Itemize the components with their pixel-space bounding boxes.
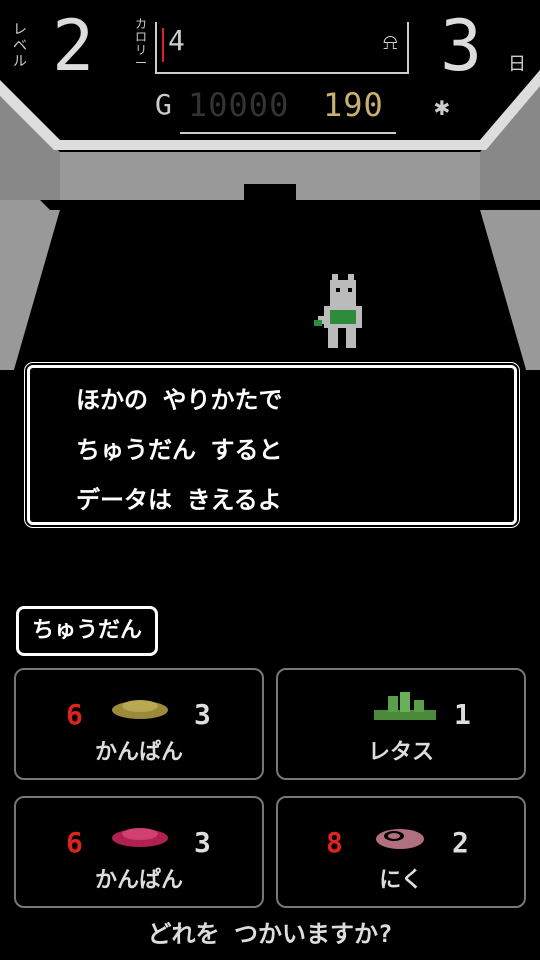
item-name: にく [379,868,423,893]
item-left-qty: 6 [66,698,83,731]
item-name: かんぱん [94,740,183,765]
level-value: 2 [52,5,95,87]
item-card-cracker-yellow[interactable]: 6 3 かんぱん [14,668,264,780]
calorie-value: 4 [168,24,185,57]
dialog-line: データは きえるよ [76,486,282,514]
item-card-meat[interactable]: 8 2 にく [276,796,526,908]
gold-label: G [155,88,172,121]
dialog-line: ちゅうだん すると [76,436,283,464]
level-label: レベル [13,22,27,70]
item-right-qty: 3 [194,698,211,731]
calorie-label: カロリー [134,17,147,70]
lettuce-icon [374,692,436,720]
gold-zeros: 10000 [188,86,290,124]
item-right-qty: 1 [454,698,471,731]
sun-icon: ✱ [434,92,450,122]
meat-icon [376,829,424,849]
item-name: レタス [367,740,434,765]
item-card-lettuce[interactable]: 1 レタス [276,668,526,780]
abort-button[interactable]: ちゅうだん [16,606,158,656]
dialog-line: ほかの やりかたで [76,386,283,414]
calorie-marker [162,28,164,62]
item-right-qty: 2 [452,826,469,859]
gold-value: 190 [323,86,384,124]
doorway [244,184,296,214]
calorie-bar [155,22,409,74]
bottle-icon: ⍾ [383,30,398,55]
cracker-icon [112,700,168,719]
item-card-cracker-red[interactable]: 6 3 かんぱん [14,796,264,908]
prompt-text: どれを つかいますか? [147,920,393,948]
item-left-qty: 6 [66,826,83,859]
day-value: 3 [440,5,483,87]
message-dialog: ほかの やりかたで ちゅうだん すると データは きえるよ [27,365,517,525]
cracker-icon [112,828,168,847]
day-unit: 日 [508,54,526,75]
floor [14,210,526,370]
item-name: かんぱん [94,868,183,893]
item-right-qty: 3 [194,826,211,859]
item-left-qty: 8 [326,826,343,859]
